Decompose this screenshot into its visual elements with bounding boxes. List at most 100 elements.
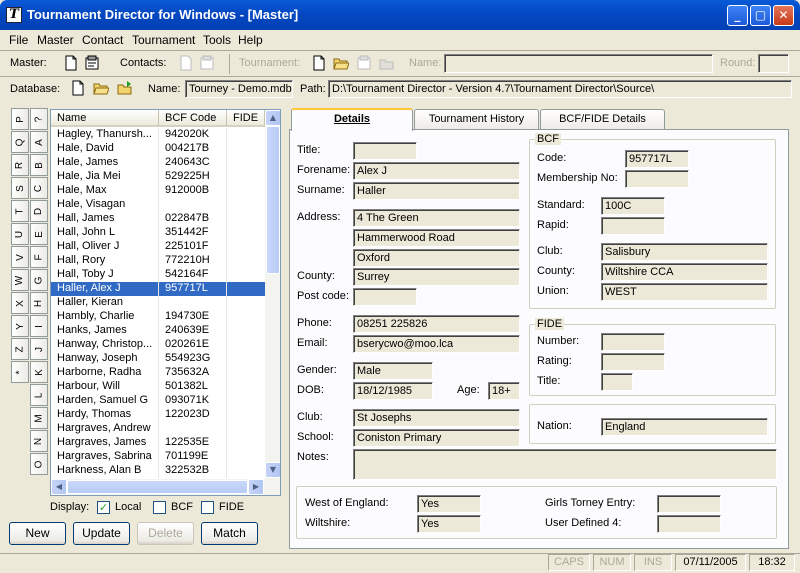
table-row[interactable]: Haller, Kieran: [51, 296, 265, 310]
alpha-tab[interactable]: Q: [11, 131, 29, 153]
fide-rating-field[interactable]: [601, 353, 665, 371]
dob-field[interactable]: 18/12/1985: [353, 382, 433, 400]
alpha-tab[interactable]: F: [30, 246, 48, 268]
alpha-tab[interactable]: Y: [11, 315, 29, 337]
alpha-tab[interactable]: C: [30, 177, 48, 199]
db-name-field[interactable]: Tourney - Demo.mdb: [185, 80, 293, 98]
club-field[interactable]: St Josephs: [353, 409, 520, 427]
table-row[interactable]: Hall, John L 351442F: [51, 226, 265, 240]
table-row[interactable]: Hale, James 240643C: [51, 156, 265, 170]
address-line2-field[interactable]: Hammerwood Road: [353, 229, 520, 247]
alpha-tab[interactable]: I: [30, 315, 48, 337]
table-row[interactable]: Hanks, James 240639E: [51, 324, 265, 338]
close-button[interactable]: ✕: [773, 5, 794, 26]
table-row[interactable]: Hanway, Joseph 554923G: [51, 352, 265, 366]
phone-field[interactable]: 08251 225826: [353, 315, 520, 333]
menu-master[interactable]: Master: [37, 33, 74, 47]
path-field[interactable]: D:\Tournament Director - Version 4.7\Tou…: [328, 80, 792, 98]
tab-tournament-history[interactable]: Tournament History: [414, 109, 539, 130]
address-line1-field[interactable]: 4 The Green: [353, 209, 520, 227]
email-field[interactable]: bserycwo@moo.lca: [353, 335, 520, 353]
database-folder-icon[interactable]: [117, 80, 133, 96]
alpha-tab[interactable]: T: [11, 200, 29, 222]
column-header-name[interactable]: Name: [51, 110, 159, 127]
table-row[interactable]: Harden, Samuel G 093071K: [51, 394, 265, 408]
surname-field[interactable]: Haller: [353, 182, 520, 200]
notes-field[interactable]: [353, 449, 777, 480]
bcf-county-field[interactable]: Wiltshire CCA: [601, 263, 768, 281]
open-folder-icon[interactable]: [333, 55, 349, 71]
properties-icon[interactable]: [84, 55, 100, 71]
alpha-tab[interactable]: K: [30, 361, 48, 383]
alpha-tab[interactable]: U: [11, 223, 29, 245]
table-row[interactable]: Hale, Jia Mei 529225H: [51, 170, 265, 184]
table-row[interactable]: Hanway, Christop... 020261E: [51, 338, 265, 352]
menu-tournament[interactable]: Tournament: [132, 33, 195, 47]
scroll-left-button[interactable]: ◀: [51, 479, 67, 495]
new-document-icon[interactable]: [63, 55, 79, 71]
alpha-tab[interactable]: Z: [11, 338, 29, 360]
standard-field[interactable]: 100C: [601, 197, 665, 215]
match-button[interactable]: Match: [201, 522, 258, 545]
fide-checkbox[interactable]: [201, 501, 214, 514]
school-field[interactable]: Coniston Primary: [353, 429, 520, 447]
wiltshire-field[interactable]: Yes: [417, 515, 481, 533]
alpha-tab[interactable]: G: [30, 269, 48, 291]
forename-field[interactable]: Alex J: [353, 162, 520, 180]
alpha-tab[interactable]: X: [11, 292, 29, 314]
menu-help[interactable]: Help: [238, 33, 263, 47]
table-row[interactable]: Hall, Oliver J 225101F: [51, 240, 265, 254]
player-grid[interactable]: Name BCF Code FIDE Hagley, Thanursh... 94…: [50, 109, 281, 496]
table-row[interactable]: Hale, Visagan: [51, 198, 265, 212]
tournament-name-field[interactable]: [444, 54, 713, 73]
table-row[interactable]: Hall, Toby J 542164F: [51, 268, 265, 282]
rapid-field[interactable]: [601, 217, 665, 235]
bcf-checkbox[interactable]: [153, 501, 166, 514]
column-header-bcf-code[interactable]: BCF Code: [159, 110, 227, 127]
title-field[interactable]: [353, 142, 417, 160]
alpha-tab[interactable]: N: [30, 430, 48, 452]
user-defined-4-field[interactable]: [657, 515, 721, 533]
table-row[interactable]: Harborne, Radha 735632A: [51, 366, 265, 380]
table-row[interactable]: Haller, Alex J 957717L: [51, 282, 265, 296]
union-field[interactable]: WEST: [601, 283, 768, 301]
table-row[interactable]: Hambly, Charlie 194730E: [51, 310, 265, 324]
fide-title-field[interactable]: [601, 373, 633, 391]
gender-field[interactable]: Male: [353, 362, 433, 380]
west-of-england-field[interactable]: Yes: [417, 495, 481, 513]
table-row[interactable]: Harkness, Alan B 322532B: [51, 464, 265, 478]
table-row[interactable]: Harbour, Will 501382L: [51, 380, 265, 394]
horizontal-scrollbar[interactable]: ◀ ▶: [51, 479, 280, 495]
close-folder-icon[interactable]: [379, 55, 395, 71]
age-field[interactable]: 18+: [488, 382, 520, 400]
table-row[interactable]: Hargraves, James 122535E: [51, 436, 265, 450]
scroll-right-button[interactable]: ▶: [248, 479, 264, 495]
alpha-tab[interactable]: V: [11, 246, 29, 268]
tab-bcf-fide-details[interactable]: BCF/FIDE Details: [540, 109, 665, 130]
vertical-scrollbar[interactable]: ▲ ▼: [265, 110, 280, 479]
tournament-properties-icon[interactable]: [356, 55, 372, 71]
scroll-up-button[interactable]: ▲: [265, 110, 280, 126]
girls-torney-field[interactable]: [657, 495, 721, 513]
table-row[interactable]: Hagley, Thanursh... 942020K: [51, 128, 265, 142]
alpha-tab[interactable]: J: [30, 338, 48, 360]
alpha-tab[interactable]: M: [30, 407, 48, 429]
alpha-tab[interactable]: B: [30, 154, 48, 176]
alpha-tab[interactable]: ?: [30, 108, 48, 130]
maximize-button[interactable]: ▢: [750, 5, 771, 26]
minimize-button[interactable]: _: [727, 5, 748, 26]
alpha-tab[interactable]: *: [11, 361, 29, 383]
alpha-tab[interactable]: L: [30, 384, 48, 406]
nation-field[interactable]: England: [601, 418, 768, 436]
alpha-tab[interactable]: A: [30, 131, 48, 153]
app-icon[interactable]: T: [6, 7, 22, 23]
open-database-icon[interactable]: [93, 80, 109, 96]
bcf-club-field[interactable]: Salisbury: [601, 243, 768, 261]
title-bar[interactable]: T Tournament Director for Windows - [Mas…: [0, 0, 800, 30]
alpha-tab[interactable]: O: [30, 453, 48, 475]
county-field[interactable]: Surrey: [353, 268, 520, 286]
table-row[interactable]: Hardy, Thomas 122023D: [51, 408, 265, 422]
table-row[interactable]: Hale, Max 912000B: [51, 184, 265, 198]
alpha-tab[interactable]: S: [11, 177, 29, 199]
address-line3-field[interactable]: Oxford: [353, 249, 520, 267]
